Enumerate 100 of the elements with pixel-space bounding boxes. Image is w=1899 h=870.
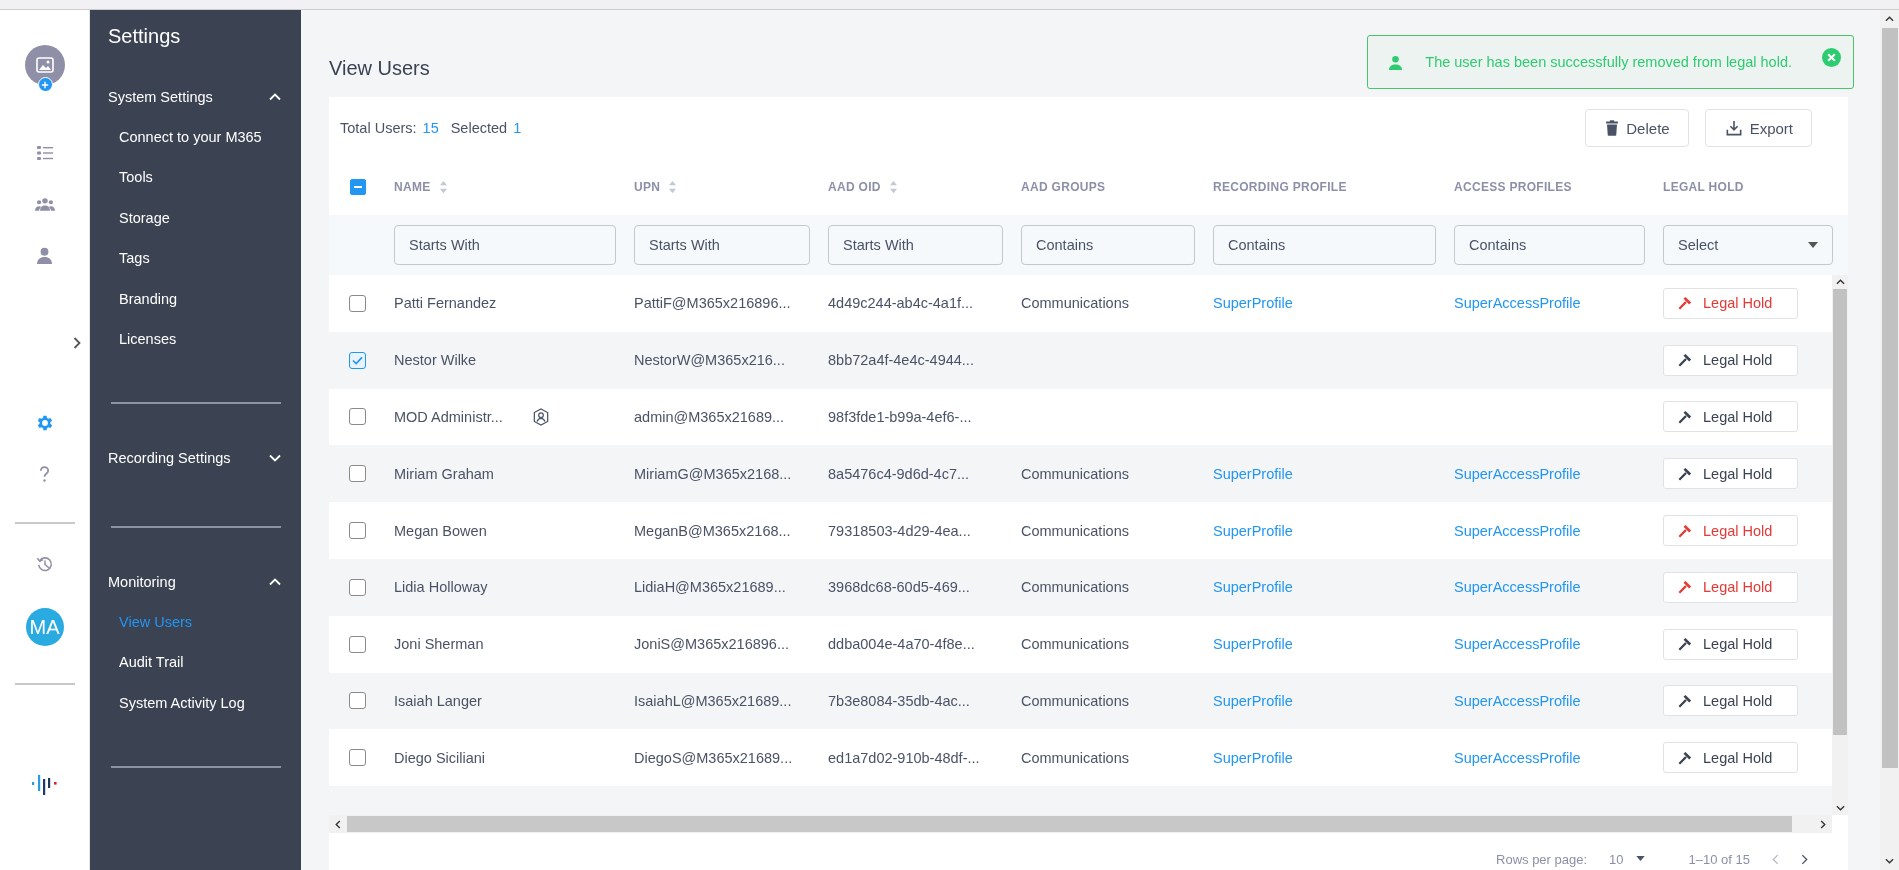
group-text: Communications (1021, 465, 1129, 482)
total-users-label: Total Users: (340, 120, 417, 136)
expand-chevron-icon[interactable] (73, 337, 81, 349)
upn-text: admin@M365x21689... (634, 409, 785, 425)
chevron-icon[interactable] (269, 578, 281, 586)
image-icon (34, 55, 55, 75)
column-header: AAD GROUPS (1021, 180, 1106, 194)
column-header: RECORDING PROFILE (1213, 180, 1347, 194)
total-users-count: 15 (422, 120, 439, 136)
sidebar-item[interactable]: Tools (108, 165, 281, 190)
user-name: MOD Administr... (394, 409, 503, 425)
scroll-right-icon[interactable] (1820, 819, 1826, 829)
checkmark-icon (352, 355, 363, 365)
upn-text: MiriamG@M365x2168... (634, 465, 792, 482)
download-icon (1725, 120, 1742, 136)
table-row[interactable]: Miriam Graham MiriamG@M365x2168... 8a5476c4-9d6d-4c7... Communications SuperProfile SuperAccessProfile Legal Hold (329, 445, 1832, 503)
legal-hold-button[interactable]: Legal Hold (1663, 458, 1798, 490)
page-range: 1–10 of 15 (1688, 852, 1750, 867)
filter-field[interactable]: Contains (1454, 225, 1645, 265)
group-text: Communications (1021, 692, 1129, 709)
filter-field[interactable]: Contains (1021, 225, 1195, 265)
oid-text: 8a5476c4-9d6d-4c7... (828, 465, 970, 482)
row-checkbox[interactable] (349, 522, 366, 540)
gavel-icon (1678, 353, 1692, 368)
legal-hold-button[interactable]: Legal Hold (1663, 571, 1798, 603)
user-name: Lidia Holloway (394, 579, 488, 596)
filter-field[interactable]: Starts With (828, 225, 1003, 265)
profile-picture-avatar[interactable] (24, 45, 65, 85)
gavel-icon (1678, 580, 1692, 595)
table-row[interactable]: Isaiah Langer IsaiahL@M365x21689... 7b3e8084-35db-4ac... Communications SuperProfile SuperAccessProfile Legal Hold (329, 672, 1832, 730)
oid-text: 7b3e8084-35db-4ac... (828, 692, 970, 709)
row-checkbox[interactable] (349, 578, 366, 596)
selected-label: Selected (450, 120, 508, 136)
scroll-up-icon[interactable] (1885, 16, 1894, 22)
oid-text: 98f3fde1-b99a-4ef6-... (828, 409, 972, 425)
scroll-down-icon[interactable] (1885, 858, 1894, 864)
oid-text: 3968dc68-60d5-469... (828, 579, 970, 596)
legal-hold-button[interactable]: Legal Hold (1663, 685, 1798, 717)
row-checkbox[interactable] (349, 692, 366, 710)
user-name: Joni Sherman (394, 636, 484, 653)
scroll-up-icon[interactable] (1835, 279, 1845, 285)
sidebar-item[interactable]: Licenses (108, 327, 281, 352)
section-header[interactable]: Monitoring (108, 570, 281, 594)
sidebar-title: Settings (108, 25, 182, 48)
rows-per-page-label: Rows per page: (1496, 852, 1588, 867)
sidebar-item[interactable]: Branding (108, 286, 281, 312)
filter-field[interactable]: Contains (1213, 225, 1436, 265)
upn-text: NestorW@M365x216... (634, 352, 785, 369)
gavel-icon (1678, 750, 1692, 765)
table-row[interactable]: Nestor Wilke NestorW@M365x216... 8bb72a4f-4e4c-4944... Legal Hold (329, 331, 1832, 389)
chevron-icon[interactable] (269, 454, 281, 462)
scroll-down-icon[interactable] (1835, 805, 1845, 811)
legal-hold-button[interactable]: Legal Hold (1663, 515, 1798, 547)
export-button[interactable]: Export (1704, 109, 1812, 147)
legal-hold-button[interactable]: Legal Hold (1663, 401, 1798, 433)
delete-button[interactable]: Delete (1585, 109, 1689, 147)
caret-icon (1635, 856, 1645, 861)
sidebar-item[interactable]: Connect to your M365 (108, 124, 281, 150)
sidebar-item[interactable]: Storage (108, 205, 281, 231)
upn-text: LidiaH@M365x21689... (634, 579, 786, 596)
previous-page-icon[interactable] (1772, 854, 1779, 865)
select-all-checkbox[interactable] (349, 179, 366, 195)
caret-icon (1808, 242, 1818, 248)
row-checkbox[interactable] (349, 351, 366, 369)
group-text: Communications (1021, 295, 1129, 312)
horizontal-scrollbar[interactable] (329, 815, 1832, 833)
oid-text: 8bb72a4f-4e4c-4944... (828, 352, 974, 369)
user-name: Patti Fernandez (394, 295, 497, 312)
legal-hold-button[interactable]: Legal Hold (1663, 287, 1798, 319)
oid-text: ddba004e-4a70-4f8e... (828, 636, 975, 653)
chevron-icon[interactable] (269, 93, 281, 101)
row-checkbox[interactable] (349, 749, 366, 767)
next-page-icon[interactable] (1801, 854, 1808, 865)
oid-text: 79318503-4d29-4ea... (828, 522, 971, 539)
scroll-left-icon[interactable] (335, 819, 341, 829)
sidebar-item[interactable]: Audit Trail (108, 650, 281, 675)
sidebar-item[interactable]: System Activity Log (108, 690, 281, 716)
oid-text: ed1a7d02-910b-48df-... (828, 749, 980, 766)
table-row[interactable]: Lidia Holloway LidiaH@M365x21689... 3968dc68-60d5-469... Communications SuperProfile SuperAccessProfile Legal Hold (329, 559, 1832, 616)
legal-hold-button[interactable]: Legal Hold (1663, 344, 1798, 376)
page-scrollbar[interactable] (1880, 10, 1899, 870)
row-checkbox[interactable] (349, 465, 366, 483)
row-checkbox[interactable] (349, 294, 366, 312)
gavel-icon (1678, 296, 1692, 311)
row-checkbox[interactable] (349, 635, 366, 653)
person-icon (1388, 54, 1404, 70)
section-header[interactable]: Recording Settings (108, 446, 281, 470)
filter-field[interactable]: Starts With (634, 225, 810, 265)
legal-hold-button[interactable]: Legal Hold (1663, 628, 1798, 660)
filter-field[interactable]: Starts With (394, 225, 616, 265)
trash-icon (1606, 120, 1619, 136)
gavel-icon (1678, 523, 1692, 538)
section-header[interactable]: System Settings (108, 85, 281, 109)
legal-hold-button[interactable]: Legal Hold (1663, 742, 1798, 774)
filter-dropdown[interactable]: Select (1663, 225, 1833, 265)
vertical-scrollbar[interactable] (1832, 275, 1848, 815)
sidebar-item[interactable]: Tags (108, 246, 281, 271)
gavel-icon (1678, 466, 1692, 481)
row-checkbox[interactable] (349, 408, 366, 426)
close-icon[interactable] (1822, 47, 1841, 67)
